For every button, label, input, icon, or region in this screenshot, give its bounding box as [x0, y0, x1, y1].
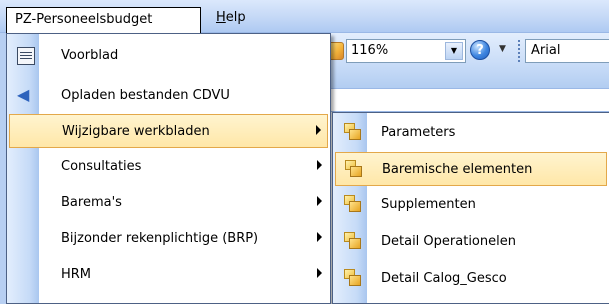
folder-icon	[344, 269, 362, 287]
submenu-item-label: Supplementen	[381, 197, 476, 212]
folder-icon	[345, 160, 363, 178]
menu-item-wijzigbare-werkbladen[interactable]: Wijzigbare werkbladen	[9, 114, 328, 148]
submenu-arrow-icon	[316, 125, 321, 135]
toolbar-options-icon[interactable]: ▼	[499, 44, 506, 54]
wijzigbare-werkbladen-submenu: Parameters Baremische elementen Suppleme…	[332, 112, 609, 304]
menubar: PZ-Personeelsbudget Help	[0, 0, 609, 34]
pz-personeelsbudget-menu: Voorblad ◀ Opladen bestanden CDVU Wijzig…	[6, 33, 331, 304]
submenu-arrow-icon	[317, 232, 322, 242]
font-combobox[interactable]: Arial	[525, 39, 609, 63]
folder-icon	[344, 123, 362, 141]
menu-item-label: Bijzonder rekenplichtige (BRP)	[61, 231, 259, 246]
help-icon[interactable]: ?	[470, 40, 490, 60]
menu-help-label: elp	[225, 10, 246, 25]
menu-item-label: Barema's	[61, 195, 122, 210]
menu-item-label: Wijzigbare werkbladen	[62, 124, 210, 139]
menu-item-bijzonder-rekenplichtige[interactable]: Bijzonder rekenplichtige (BRP)	[9, 222, 328, 256]
submenu-arrow-icon	[317, 160, 322, 170]
menu-item-label: Voorblad	[61, 48, 119, 63]
menu-item-voorblad[interactable]: Voorblad	[9, 39, 328, 73]
menu-help-accel: H	[216, 10, 226, 25]
menu-item-label: Opladen bestanden CDVU	[61, 88, 230, 103]
submenu-item-detail-calog-gesco[interactable]: Detail Calog_Gesco	[335, 262, 607, 296]
menu-item-label: HRM	[61, 267, 92, 282]
menu-item-baremas[interactable]: Barema's	[9, 186, 328, 220]
toolbar-grip[interactable]	[518, 40, 521, 62]
menu-item-consultaties[interactable]: Consultaties	[9, 150, 328, 184]
chevron-down-icon[interactable]: ▼	[445, 42, 463, 60]
formula-bar[interactable]	[322, 88, 609, 112]
submenu-arrow-icon	[317, 196, 322, 206]
submenu-item-detail-operationelen[interactable]: Detail Operationelen	[335, 225, 607, 259]
back-arrow-icon: ◀	[17, 85, 30, 104]
menu-item-hrm[interactable]: HRM	[9, 258, 328, 292]
submenu-item-supplementen[interactable]: Supplementen	[335, 188, 607, 222]
menu-pz-personeelsbudget[interactable]: PZ-Personeelsbudget	[6, 7, 201, 34]
submenu-item-label: Parameters	[381, 125, 456, 140]
folder-icon	[344, 195, 362, 213]
document-icon	[17, 47, 35, 65]
folder-icon	[344, 232, 362, 250]
submenu-arrow-icon	[317, 268, 322, 278]
help-symbol: ?	[476, 43, 484, 58]
menu-item-opladen-bestanden-cdvu[interactable]: ◀ Opladen bestanden CDVU	[9, 79, 328, 113]
menu-item-label: Consultaties	[61, 159, 142, 174]
menu-help[interactable]: Help	[216, 10, 246, 25]
submenu-item-label: Detail Operationelen	[381, 234, 516, 249]
font-value: Arial	[531, 43, 561, 58]
menu-pz-label: PZ-Personeelsbudget	[15, 12, 153, 27]
zoom-combobox[interactable]: 116% ▼	[346, 39, 466, 63]
submenu-item-label: Baremische elementen	[382, 162, 533, 177]
submenu-item-label: Detail Calog_Gesco	[381, 271, 507, 286]
submenu-item-parameters[interactable]: Parameters	[335, 116, 607, 150]
submenu-item-baremische-elementen[interactable]: Baremische elementen	[335, 152, 607, 186]
zoom-value: 116%	[351, 43, 389, 58]
